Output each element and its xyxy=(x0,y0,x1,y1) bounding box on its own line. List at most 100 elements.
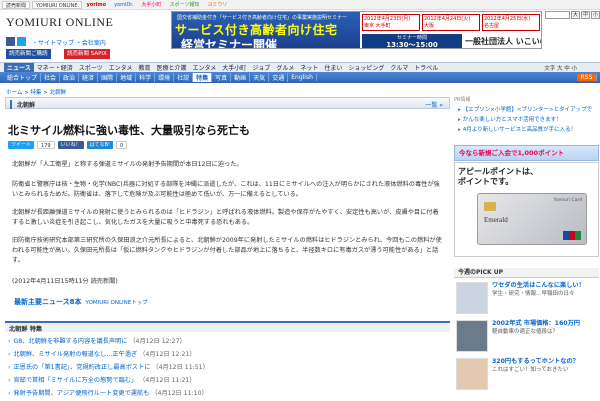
related-item-text[interactable]: 官邸で首相「ミサイルに万全の態勢で臨む」 xyxy=(13,377,137,384)
category-tab-traffic[interactable]: 交通 xyxy=(269,73,289,82)
search-input[interactable] xyxy=(545,11,570,19)
font-large-button[interactable]: 大 xyxy=(570,11,580,19)
twitter-icon[interactable] xyxy=(17,37,26,46)
network-link-yorimo[interactable]: yorimo xyxy=(84,1,110,9)
ad-time-box: セミナー時間 13:30〜15:00 xyxy=(362,34,462,48)
category-tab-society[interactable]: 社会 xyxy=(41,73,61,82)
ad-date-3-date: 2012年4月25日(水) xyxy=(484,16,531,22)
related-item-text[interactable]: 北朝鮮、ミサイル発射の報道なし…正午過ぎ xyxy=(13,351,137,358)
network-link-yomiuri-2[interactable]: ヨミウリ xyxy=(204,1,230,9)
pickup-thumbnail[interactable] xyxy=(456,282,488,314)
related-item[interactable]: 正恩氏の「第1書記」、党規約改正し最高ポストに （4月12日 11:51） xyxy=(8,362,208,371)
breadcrumb-page[interactable]: 北朝鮮 xyxy=(50,90,67,96)
related-item-date: （4月12日 11:10） xyxy=(151,390,208,397)
related-item[interactable]: G8、北朝鮮を非難する内容を議長声明に （4月12日 12:27） xyxy=(8,336,185,345)
sapix-button[interactable]: 読売新聞 SAPIX xyxy=(64,49,110,59)
pickup-head[interactable]: 320円もするってホントなの？ xyxy=(492,358,579,365)
genre-tab-net[interactable]: ネット xyxy=(297,63,321,72)
pickup-header: 今週のPICK UP xyxy=(454,268,599,278)
genre-tab-shopping[interactable]: ショッピング xyxy=(345,63,387,72)
genre-tab-komachi[interactable]: 大手小町 xyxy=(219,63,249,72)
sitemap-links[interactable]: ・サイトマップ ・会社案内 xyxy=(32,38,106,47)
pickup-thumbnail[interactable] xyxy=(456,320,488,352)
network-link-hochi[interactable]: スポーツ報知 xyxy=(166,1,202,9)
pickup-item[interactable]: ワセダの生活はこんなに楽しい！ 学生・研究・情報…早稲田の日々 xyxy=(454,282,599,316)
genre-tab-news[interactable]: ニュース xyxy=(4,63,34,72)
network-link-yomidr[interactable]: yomiDr. xyxy=(111,1,136,9)
category-tab-world[interactable]: 国際 xyxy=(98,73,118,82)
category-tab-editorial[interactable]: 社説 xyxy=(174,73,194,82)
category-tab-politics[interactable]: 政治 xyxy=(60,73,80,82)
banner-post: ポイント xyxy=(538,149,565,157)
latest-news-label[interactable]: 最新主要ニュース8本 xyxy=(14,298,82,306)
genre-tab-sports[interactable]: スポーツ xyxy=(76,63,106,72)
article-paragraph: 防衛省と警察庁は核・生物・化学(NBC)兵器に対処する部隊を沖縄に派遣したが、こ… xyxy=(12,181,440,198)
category-tab-science[interactable]: 科学 xyxy=(136,73,156,82)
category-tab-local[interactable]: 地域 xyxy=(117,73,137,82)
category-tab-top[interactable]: 総合トップ xyxy=(4,73,42,82)
genre-tab-ent[interactable]: エンタメ xyxy=(106,63,136,72)
seminar-ad-banner[interactable]: 国交省補助金付き「サービス付き高齢者向け住宅」の事業実施説明セミナー サービス付… xyxy=(171,11,542,49)
section-list-link[interactable]: 一覧 » xyxy=(425,100,443,109)
category-tab-environment[interactable]: 環境 xyxy=(155,73,175,82)
pickup-item[interactable]: 2002年式 市場価格：160万円 軽自動車の適正な値段は？ xyxy=(454,320,599,354)
pr-link[interactable]: 4月より新しいサービスと高品質が手に入る！ xyxy=(458,125,576,133)
pickup-head[interactable]: ワセダの生活はこんなに楽しい！ xyxy=(492,282,585,289)
credit-card-ad[interactable]: アピールポイントは、 ポイントです。 Yomiuri Card Emerald xyxy=(454,162,599,257)
category-tab-video[interactable]: 動画 xyxy=(231,73,251,82)
section-title: 北朝鮮 xyxy=(10,100,35,109)
breadcrumb-section[interactable]: 特集 xyxy=(30,90,41,96)
related-item-text[interactable]: 正恩氏の「第1書記」、党規約改正し最高ポストに xyxy=(13,364,150,371)
related-item[interactable]: 発射予告期間、アジア便飛行ルート変更で運航も （4月12日 11:10） xyxy=(8,388,208,397)
pr-link[interactable]: かんな楽しい方とスマホ活用できます！ xyxy=(458,115,562,123)
genre-tab-edu[interactable]: 教育 xyxy=(135,63,153,72)
online-top-link[interactable]: YOMIURI ONLINEトップ xyxy=(86,300,148,306)
category-tab-english[interactable]: English xyxy=(288,74,317,81)
font-size-controls[interactable]: 文字 大 中 小 xyxy=(541,64,580,72)
network-link-online[interactable]: YOMIURI ONLINE xyxy=(32,0,82,9)
site-logo[interactable]: YOMIURI ONLINE xyxy=(6,15,113,30)
hatena-bookmark-button[interactable]: はてなB! xyxy=(86,141,114,149)
rss-icon[interactable]: RSS xyxy=(577,74,597,81)
related-item-text[interactable]: G8、北朝鮮を非難する内容を議長声明に xyxy=(13,338,127,345)
category-tab-photo[interactable]: 写真 xyxy=(212,73,232,82)
pickup-thumbnail[interactable] xyxy=(456,358,488,390)
category-tab-weather[interactable]: 天気 xyxy=(250,73,270,82)
genre-tab-travel[interactable]: トラベル xyxy=(411,63,441,72)
ad-date-1-place: 東京 大手町 xyxy=(364,23,391,29)
credit-card-image: Yomiuri Card Emerald xyxy=(477,193,587,245)
card-brand: Emerald xyxy=(484,216,508,224)
breadcrumb-home[interactable]: ホーム xyxy=(6,90,22,96)
related-header: 北朝鮮 特集 xyxy=(5,321,450,333)
tweet-button[interactable]: ツイート xyxy=(8,141,35,149)
category-tab-economy[interactable]: 経済 xyxy=(79,73,99,82)
network-link-yomiuri[interactable]: 読売新聞 xyxy=(2,0,31,9)
subscribe-button[interactable]: 読売新聞ご購読 xyxy=(6,49,51,59)
font-medium-button[interactable]: 中 xyxy=(580,11,590,19)
related-item-text[interactable]: 発射予告期間、アジア便飛行ルート変更で運航も xyxy=(13,390,149,397)
genre-tab-gourmet[interactable]: グルメ xyxy=(273,63,297,72)
ad-headline-block: 国交省補助金付き「サービス付き高齢者向け住宅」の事業実施説明セミナー サービス付… xyxy=(172,12,360,48)
genre-nav: ニュース マネー・経済 スポーツ エンタメ 教育 医療と介護 エンタメ 大手小町… xyxy=(0,62,600,72)
genre-tab-house[interactable]: 住まい xyxy=(321,63,345,72)
pickup-text: 2002年式 市場価格：160万円 軽自動車の適正な値段は？ xyxy=(492,320,580,336)
related-item[interactable]: 官邸で首相「ミサイルに万全の態勢で臨む」 （4月12日 11:21） xyxy=(8,375,196,384)
category-tab-feature[interactable]: 特集 xyxy=(193,73,213,82)
facebook-icon[interactable] xyxy=(6,37,15,46)
network-link-komachi[interactable]: 大手小町 xyxy=(138,1,164,9)
related-item[interactable]: 北朝鮮、ミサイル発射の報道なし…正午過ぎ （4月12日 12:21） xyxy=(8,349,195,358)
pickup-head[interactable]: 2002年式 市場価格：160万円 xyxy=(492,320,580,327)
font-small-button[interactable]: 小 xyxy=(590,11,600,19)
pickup-item[interactable]: 320円もするってホントなの？ これはすごい！知っておきたい xyxy=(454,358,599,392)
genre-tab-money[interactable]: マネー・経済 xyxy=(34,63,76,72)
facebook-like-button[interactable]: いいね！ xyxy=(57,141,84,149)
page: 読売新聞 YOMIURI ONLINE yorimo yomiDr. 大手小町 … xyxy=(0,0,600,401)
related-item-date: （4月12日 11:21） xyxy=(139,377,196,384)
card-ad-subtitle: ポイントです。 xyxy=(458,177,514,186)
genre-tab-med[interactable]: 医療と介護 xyxy=(153,63,189,72)
pr-link[interactable]: 【エプソン×小学館】<プリンター>とタイアップで xyxy=(458,105,592,113)
card-campaign-banner[interactable]: 今なら新規ご入会で1,000ポイント xyxy=(454,145,599,161)
genre-tab-job[interactable]: ジョブ xyxy=(249,63,273,72)
genre-tab-car[interactable]: クルマ xyxy=(387,63,411,72)
genre-tab-ent2[interactable]: エンタメ xyxy=(189,63,219,72)
